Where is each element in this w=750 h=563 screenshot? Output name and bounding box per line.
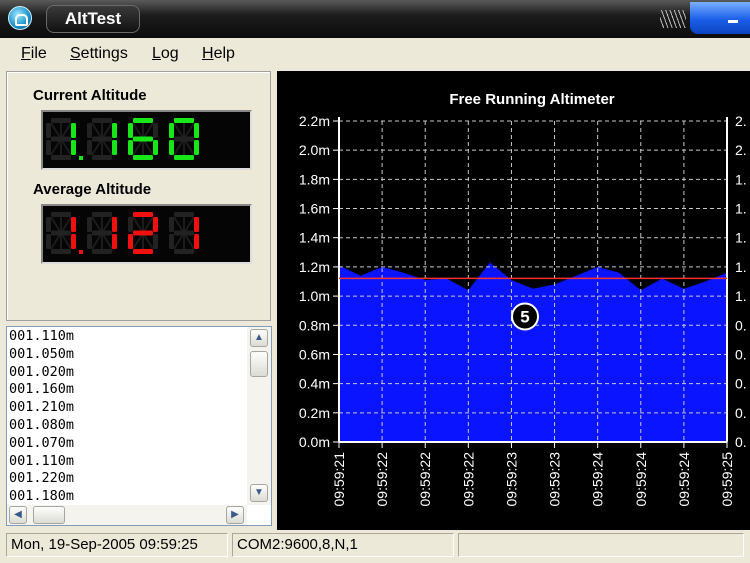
y-tick-label-right: 0. (735, 317, 747, 333)
y-tick-label-right: 2. (735, 142, 747, 158)
minimize-button[interactable] (690, 2, 750, 34)
y-tick-label-right: 1. (735, 288, 747, 304)
menu-help-accel: H (202, 45, 214, 62)
app-window: AltTest File Settings Log Help Current A… (0, 0, 750, 563)
menu-settings-accel: S (70, 45, 81, 62)
current-lcd-decimal-point (79, 156, 83, 160)
log-item[interactable]: 001.080m (9, 417, 245, 435)
y-tick-label: 1.8m (299, 171, 330, 187)
chart-canvas: Free Running Altimeter 0.0m 0. 0.2m 0. 0.4m 0… (299, 91, 747, 507)
altimeter-chart: Free Running Altimeter 0.0m 0. 0.2m 0. 0.4m 0… (277, 71, 750, 530)
y-tick-label-right: 0. (735, 434, 747, 450)
window-title: AltTest (46, 5, 140, 33)
grip-decoration (660, 10, 686, 28)
y-tick-label-right: 0. (735, 405, 747, 421)
current-altitude-digits (46, 118, 199, 160)
y-tick-label-right: 1. (735, 230, 747, 246)
menu-log-accel: L (152, 45, 161, 62)
x-tick-label: 09:59:21 (331, 452, 347, 507)
y-tick-label-right: 0. (735, 346, 747, 362)
scroll-down-button[interactable]: ▼ (250, 484, 268, 502)
y-tick-label-right: 0. (735, 376, 747, 392)
vertical-scrollbar[interactable]: ▲ ▼ (247, 327, 271, 505)
average-lcd-decimal-point (79, 250, 83, 254)
log-item[interactable]: 001.220m (9, 470, 245, 488)
average-altitude-display (41, 204, 252, 264)
scroll-right-button[interactable]: ▶ (226, 506, 244, 524)
status-port: COM2:9600,8,N,1 (232, 533, 454, 557)
menu-log-label: og (160, 45, 179, 62)
menu-settings-label: ettings (80, 45, 128, 62)
vertical-scroll-thumb[interactable] (250, 351, 268, 377)
average-altitude-label: Average Altitude (33, 181, 152, 198)
current-lcd-digit (169, 118, 199, 160)
scroll-left-button[interactable]: ◀ (9, 506, 27, 524)
menu-bar: File Settings Log Help (0, 38, 750, 70)
average-lcd-digit (169, 212, 199, 254)
x-tick-label: 09:59:22 (417, 452, 433, 507)
menu-log[interactable]: Log (152, 45, 179, 63)
menu-help-label: elp (213, 45, 235, 62)
average-lcd-digit (87, 212, 117, 254)
y-tick-label: 0.0m (299, 434, 330, 450)
current-altitude-display (41, 110, 252, 170)
y-tick-label: 0.4m (299, 376, 330, 392)
x-tick-label: 09:59:24 (590, 452, 606, 507)
log-item[interactable]: 001.070m (9, 435, 245, 453)
current-lcd-digit (46, 118, 83, 160)
horizontal-scroll-thumb[interactable] (33, 506, 65, 524)
current-lcd-digit (128, 118, 158, 160)
average-lcd-digit (128, 212, 158, 254)
log-item[interactable]: 001.180m (9, 488, 245, 506)
log-item[interactable]: 001.160m (9, 381, 245, 399)
menu-file[interactable]: File (21, 45, 47, 63)
x-tick-label: 09:59:25 (719, 452, 735, 507)
y-tick-label: 1.4m (299, 230, 330, 246)
y-tick-label: 1.6m (299, 201, 330, 217)
title-bar[interactable]: AltTest (0, 0, 750, 38)
altitude-panel: Current Altitude Average Altitude (6, 71, 271, 321)
x-tick-label: 09:59:23 (503, 452, 519, 507)
status-bar: Mon, 19-Sep-2005 09:59:25 COM2:9600,8,N,… (0, 530, 750, 563)
status-extra (458, 533, 744, 557)
x-tick-label: 09:59:24 (676, 452, 692, 507)
menu-settings[interactable]: Settings (70, 45, 128, 63)
average-altitude-digits (46, 212, 199, 254)
altitude-log-list[interactable]: 001.110m 001.050m 001.020m 001.160m 001.210m… (6, 326, 272, 526)
y-tick-label-right: 1. (735, 259, 747, 275)
horizontal-scrollbar[interactable]: ◀ ▶ (7, 505, 247, 525)
x-tick-label: 09:59:23 (547, 452, 563, 507)
x-tick-label: 09:59:24 (633, 452, 649, 507)
log-item[interactable]: 001.050m (9, 346, 245, 364)
chart-title: Free Running Altimeter (449, 91, 614, 108)
altitude-area-series (339, 262, 727, 442)
x-tick-label: 09:59:22 (374, 452, 390, 507)
log-item[interactable]: 001.020m (9, 364, 245, 382)
log-items: 001.110m 001.050m 001.020m 001.160m 001.210m… (9, 328, 245, 508)
log-item[interactable]: 001.210m (9, 399, 245, 417)
menu-file-accel: F (21, 45, 31, 62)
app-icon[interactable] (8, 6, 32, 30)
y-tick-label: 0.2m (299, 405, 330, 421)
x-tick-label: 09:59:22 (460, 452, 476, 507)
y-tick-label: 1.0m (299, 288, 330, 304)
y-tick-label: 1.2m (299, 259, 330, 275)
y-tick-label: 0.6m (299, 346, 330, 362)
current-lcd-digit (87, 118, 117, 160)
status-datetime: Mon, 19-Sep-2005 09:59:25 (6, 533, 228, 557)
average-lcd-digit (46, 212, 83, 254)
y-tick-label: 2.2m (299, 113, 330, 129)
marker-badge-label: 5 (520, 308, 529, 327)
y-tick-label: 0.8m (299, 317, 330, 333)
y-tick-label-right: 2. (735, 113, 747, 129)
log-item[interactable]: 001.110m (9, 328, 245, 346)
scroll-up-button[interactable]: ▲ (250, 329, 268, 347)
y-tick-label-right: 1. (735, 201, 747, 217)
current-altitude-label: Current Altitude (33, 87, 147, 104)
y-tick-label: 2.0m (299, 142, 330, 158)
y-tick-label-right: 1. (735, 171, 747, 187)
log-item[interactable]: 001.110m (9, 453, 245, 471)
menu-file-label: ile (30, 45, 47, 62)
menu-help[interactable]: Help (202, 45, 235, 63)
